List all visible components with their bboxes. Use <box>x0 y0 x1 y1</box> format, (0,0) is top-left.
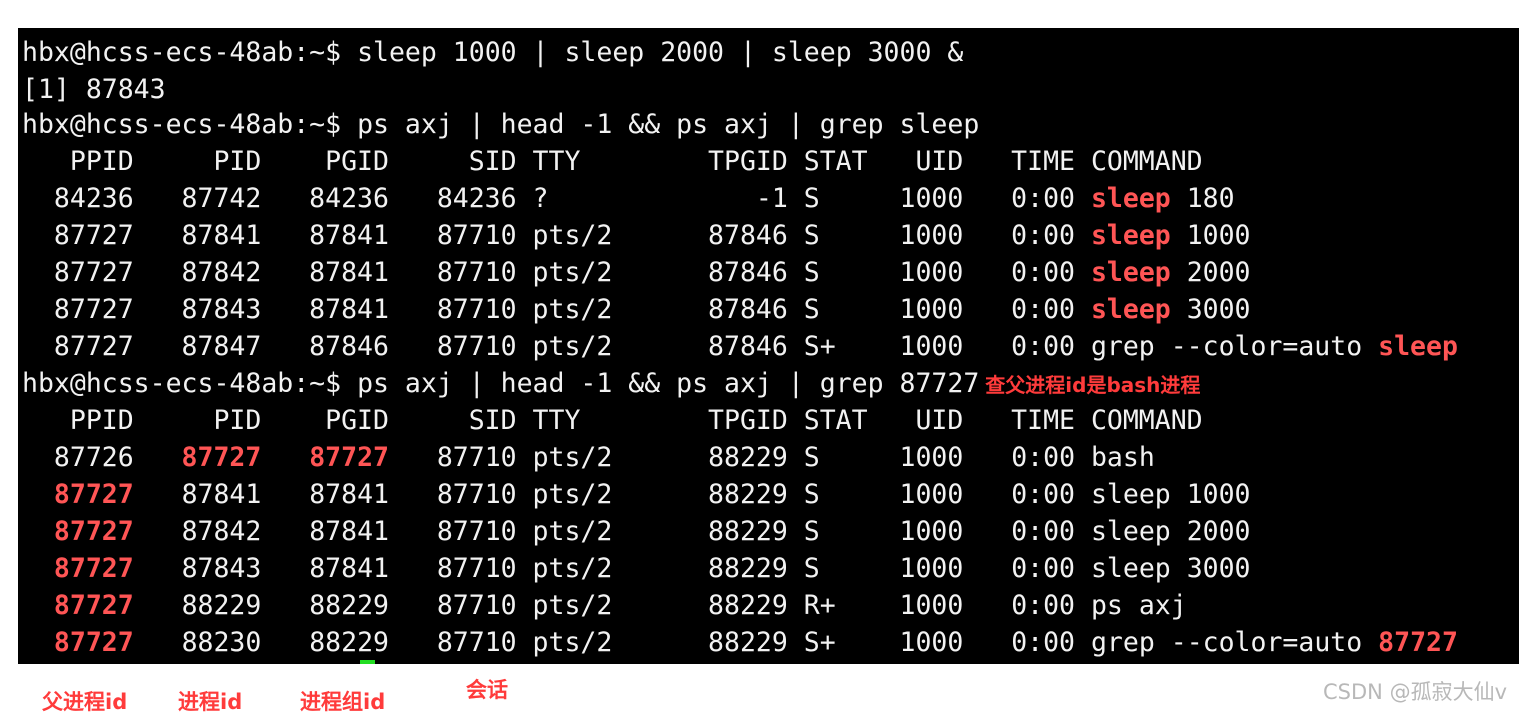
row-rest: 87843 87841 87710 pts/2 88229 S 1000 0:0… <box>133 553 1251 584</box>
row-rest: 87842 87841 87710 pts/2 88229 S 1000 0:0… <box>133 516 1251 547</box>
table-row: 87727 88230 88229 87710 pts/2 88229 S+ 1… <box>22 624 1458 661</box>
row-text: 87727 87842 87841 87710 pts/2 87846 S 10… <box>22 257 1091 288</box>
caption-sid: 会话 <box>466 678 508 702</box>
header-text: PPID PID PGID SID TTY TPGID STAT UID TIM… <box>22 146 1203 177</box>
prompt: hbx@hcss-ecs-48ab:~$ <box>22 368 342 399</box>
prompt: hbx@hcss-ecs-48ab:~$ <box>22 109 342 140</box>
table-row: 87727 87843 87841 87710 pts/2 87846 S 10… <box>22 291 1251 328</box>
match-keyword: sleep <box>1090 294 1171 325</box>
row-rest: 87841 87841 87710 pts/2 88229 S 1000 0:0… <box>133 479 1251 510</box>
row-suffix: 3000 <box>1170 294 1251 325</box>
ppid-cell: 87727 <box>53 516 134 547</box>
row-suffix: 2000 <box>1170 257 1251 288</box>
ppid-cell: 87726 <box>22 442 182 473</box>
terminal-window[interactable]: hbx@hcss-ecs-48ab:~$ sleep 1000 | sleep … <box>18 28 1519 664</box>
table-header: PPID PID PGID SID TTY TPGID STAT UID TIM… <box>22 402 1203 439</box>
ppid-cell: 87727 <box>53 590 134 621</box>
command-text: ps axj | head -1 && ps axj | grep 87727 <box>357 368 980 399</box>
ppid-cell: 87727 <box>53 627 134 658</box>
terminal-line-cmd3: hbx@hcss-ecs-48ab:~$ ps axj | head -1 &&… <box>22 365 1200 402</box>
table-row: 87727 88229 88229 87710 pts/2 88229 R+ 1… <box>22 587 1187 624</box>
terminal-cursor <box>360 660 375 664</box>
terminal-line-cmd1: hbx@hcss-ecs-48ab:~$ sleep 1000 | sleep … <box>22 34 963 71</box>
table-header: PPID PID PGID SID TTY TPGID STAT UID TIM… <box>22 143 1203 180</box>
table-row-bash: 87726 87727 87727 87710 pts/2 88229 S 10… <box>22 439 1155 476</box>
match-keyword: 87727 <box>1378 627 1458 658</box>
row-suffix: 1000 <box>1170 220 1251 251</box>
table-row: 87727 87843 87841 87710 pts/2 88229 S 10… <box>22 550 1251 587</box>
pid-cell: 87727 <box>181 442 262 473</box>
command-text: ps axj | head -1 && ps axj | grep sleep <box>357 109 980 140</box>
table-row: 84236 87742 84236 84236 ? -1 S 1000 0:00… <box>22 180 1235 217</box>
caption-pgid: 进程组id <box>300 690 386 714</box>
top-strip <box>18 0 1519 28</box>
caption-ppid: 父进程id <box>42 690 128 714</box>
row-rest: 88230 88229 87710 pts/2 88229 S+ 1000 0:… <box>133 627 1379 658</box>
prompt: hbx@hcss-ecs-48ab:~$ <box>22 37 342 68</box>
row-text: 87727 87843 87841 87710 pts/2 87846 S 10… <box>22 294 1091 325</box>
caption-pid: 进程id <box>178 690 243 714</box>
table-row: 87727 87842 87841 87710 pts/2 87846 S 10… <box>22 254 1251 291</box>
row-rest: 87710 pts/2 88229 S 1000 0:00 bash <box>388 442 1155 473</box>
annotation-note: 查父进程id是bash进程 <box>985 373 1201 397</box>
match-keyword: sleep <box>1090 220 1171 251</box>
table-row: 87727 87847 87846 87710 pts/2 87846 S+ 1… <box>22 328 1458 365</box>
match-keyword: sleep <box>1090 183 1171 214</box>
row-suffix: 180 <box>1170 183 1235 214</box>
terminal-line-job-output: [1] 87843 <box>22 71 166 108</box>
table-row: 87727 87841 87841 87710 pts/2 87846 S 10… <box>22 217 1251 254</box>
row-rest: 88229 88229 87710 pts/2 88229 R+ 1000 0:… <box>133 590 1187 621</box>
header-text: PPID PID PGID SID TTY TPGID STAT UID TIM… <box>22 405 1203 436</box>
table-row: 87727 87842 87841 87710 pts/2 88229 S 10… <box>22 513 1251 550</box>
row-text: 84236 87742 84236 84236 ? -1 S 1000 0:00 <box>22 183 1091 214</box>
job-output: [1] 87843 <box>22 74 166 105</box>
watermark: CSDN @孤寂大仙v <box>1323 680 1507 704</box>
ppid-cell: 87727 <box>53 479 134 510</box>
ppid-cell: 87727 <box>53 553 134 584</box>
row-text: 87727 87847 87846 87710 pts/2 87846 S+ 1… <box>22 331 1379 362</box>
match-keyword: sleep <box>1378 331 1458 362</box>
match-keyword: sleep <box>1090 257 1171 288</box>
row-text: 87727 87841 87841 87710 pts/2 87846 S 10… <box>22 220 1091 251</box>
table-row: 87727 87841 87841 87710 pts/2 88229 S 10… <box>22 476 1251 513</box>
terminal-line-cmd2: hbx@hcss-ecs-48ab:~$ ps axj | head -1 &&… <box>22 106 979 143</box>
pgid-cell: 87727 <box>309 442 389 473</box>
command-text: sleep 1000 | sleep 2000 | sleep 3000 & <box>357 37 964 68</box>
